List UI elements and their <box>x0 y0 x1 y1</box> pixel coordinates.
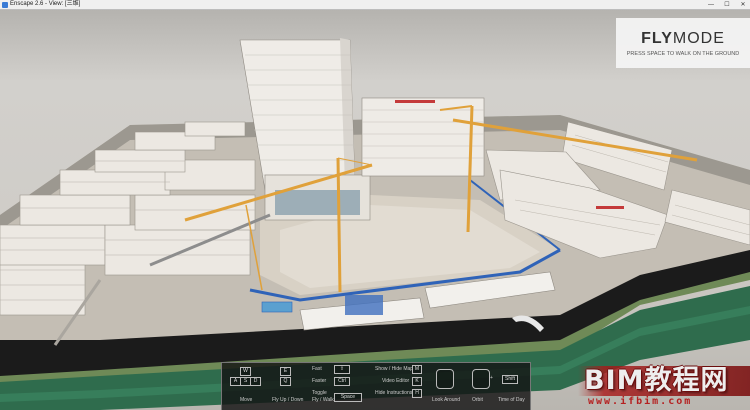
title-bar: Enscape 2.6 - View: [三维] — ☐ ✕ <box>0 0 750 10</box>
navigation-controls-panel: W A S D Move E Q Fly Up / Down Fast ⇧ Fa… <box>221 362 531 410</box>
key-h: H <box>412 389 422 398</box>
watermark: BIM教程网 www.ifbim.com <box>578 358 750 410</box>
label-plus: + <box>490 375 493 381</box>
key-d: D <box>250 377 261 386</box>
close-button[interactable]: ✕ <box>738 1 748 9</box>
label-fly-up-down: Fly Up / Down <box>272 397 304 403</box>
key-w: W <box>240 367 251 376</box>
label-toggle: Toggle <box>312 390 327 396</box>
label-time-of-day: Time of Day <box>498 397 525 403</box>
fly-mode-indicator: FLYMODE PRESS SPACE TO WALK ON THE GROUN… <box>616 18 750 68</box>
label-move: Move <box>240 397 253 403</box>
maximize-button[interactable]: ☐ <box>722 1 732 9</box>
key-e: E <box>280 367 291 376</box>
key-q: Q <box>280 377 291 386</box>
fly-mode-hint: PRESS SPACE TO WALK ON THE GROUND <box>626 51 740 57</box>
label-show-hide-map: Show / Hide Map <box>375 366 414 372</box>
fly-mode-regular: MODE <box>672 30 725 47</box>
fly-mode-title: FLYMODE <box>616 30 750 48</box>
minimize-button[interactable]: — <box>706 1 716 9</box>
mouse-orbit-icon <box>472 369 490 389</box>
label-video-editor: Video Editor <box>382 378 410 384</box>
key-shift-time: Shift <box>502 375 518 384</box>
watermark-text: BIM教程网 <box>584 365 729 396</box>
3d-viewport[interactable]: FLYMODE PRESS SPACE TO WALK ON THE GROUN… <box>0 10 750 410</box>
key-ctrl: Ctrl <box>334 377 350 386</box>
key-m: M <box>412 365 422 374</box>
window-title: Enscape 2.6 - View: [三维] <box>10 1 81 7</box>
label-fast: Fast <box>312 366 322 372</box>
key-space: Space <box>334 393 362 402</box>
key-shift: ⇧ <box>334 365 350 374</box>
key-k: K <box>412 377 422 386</box>
label-faster: Faster <box>312 378 327 384</box>
construction-site-scene <box>0 38 750 410</box>
enscape-app-icon <box>2 1 8 8</box>
label-orbit: Orbit <box>472 397 483 403</box>
label-hide-instructions: Hide Instructions <box>375 390 413 396</box>
fly-mode-bold: FLY <box>641 30 673 47</box>
mouse-look-icon <box>436 369 454 389</box>
label-fly-walk: Fly / Walk <box>312 397 334 403</box>
watermark-url: www.ifbim.com <box>588 396 693 407</box>
label-look-around: Look Around <box>432 397 461 403</box>
